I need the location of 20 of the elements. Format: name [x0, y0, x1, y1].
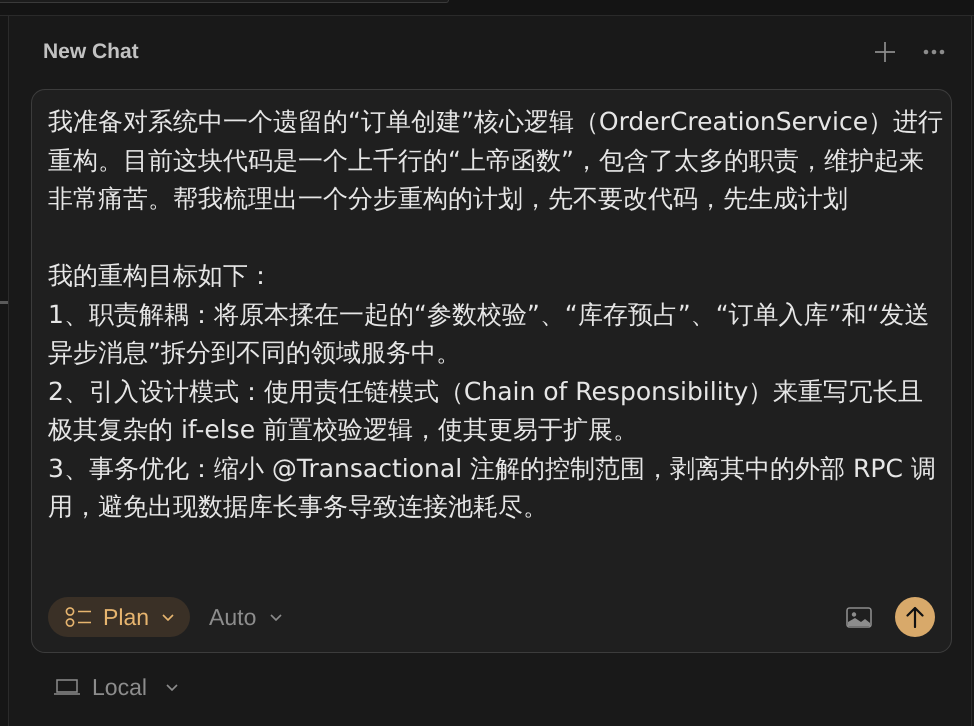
scrollbar-thumb [0, 301, 8, 304]
list-icon [65, 607, 92, 627]
message-text: 1、职责解耦：将原本揉在一起的“参数校验”、“库存预占”、“订单入库”和“发送异步消息”拆分到不同的领域服务中。 [48, 298, 931, 369]
more-icon[interactable] [923, 49, 945, 55]
model-dropdown[interactable]: Auto [209, 606, 282, 628]
chat-title: New Chat [43, 40, 139, 64]
caret-icon [270, 614, 282, 620]
send-button[interactable] [895, 597, 935, 637]
mode-dropdown[interactable]: Plan [48, 597, 190, 637]
image-icon[interactable] [846, 606, 872, 628]
caret-icon [162, 614, 174, 620]
message-text: 我的重构目标如下： [48, 260, 274, 292]
environment-dropdown[interactable]: Local [54, 672, 178, 702]
message-text: 2、引入设计模式：使用责任链模式（Chain of Responsibility）来重写冗长且极其复杂的 if-else 前置校验逻辑，使其更易于扩展。 [48, 376, 924, 446]
plus-icon[interactable] [874, 41, 896, 63]
arrow-up-icon [906, 606, 924, 628]
message-text: 我准备对系统中一个遗留的“订单创建”核心逻辑（OrderCreationService）进行重构。目前这块代码是一个上千行的“上帝函数”，包含了太多的职责，维护起来非常痛苦。帮我梳理出一个分步重构的计划，先不要改代码，先生成计划 [48, 106, 944, 215]
message-text: 3、事务优化：缩小 @Transactional 注解的控制范围，剥离其中的外部 RPC 调用，避免出现数据库长事务导致连接池耗尽。 [48, 452, 937, 523]
caret-icon [166, 684, 178, 690]
laptop-icon [54, 679, 80, 695]
